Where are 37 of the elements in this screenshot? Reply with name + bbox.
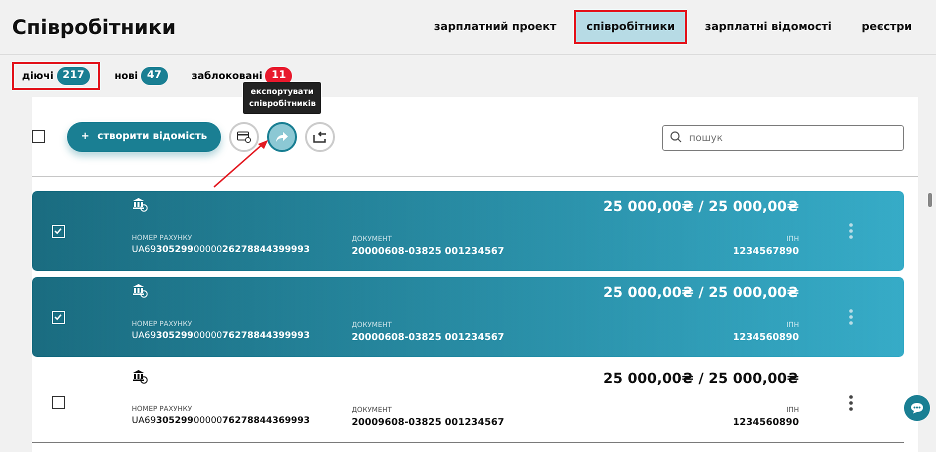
- scrollbar: [928, 193, 932, 207]
- tax-id: 1234567890: [732, 244, 799, 259]
- create-statement-button[interactable]: + створити відомість: [67, 122, 222, 152]
- nav-tab[interactable]: зарплатні відомості: [692, 10, 844, 44]
- count-badge: 47: [141, 67, 168, 85]
- import-icon[interactable]: [305, 122, 336, 152]
- checkmark-icon: [53, 312, 63, 322]
- account-number: UA693052990000026278844399993: [132, 244, 311, 256]
- tooltip: експортувати співробітників: [243, 82, 322, 114]
- amount: 25 000,00₴ / 25 000,00₴: [603, 370, 799, 389]
- nav-tab[interactable]: співробітники: [574, 10, 687, 44]
- account-number: UA693052990000076278844369993: [132, 414, 311, 428]
- checkmark-icon: [53, 226, 63, 236]
- filter-tab[interactable]: діючі 217: [12, 62, 100, 90]
- filter-tab[interactable]: нові 47: [104, 62, 178, 90]
- tax-id: 1234560890: [732, 330, 799, 345]
- share-icon[interactable]: [267, 122, 298, 152]
- account-number: UA693052990000076278844399993: [132, 330, 311, 342]
- checkbox[interactable]: [32, 130, 45, 143]
- amount: 25 000,00₴ / 25 000,00₴: [603, 284, 799, 303]
- document-number: 20000608-03825 001234567: [352, 244, 506, 259]
- chat-icon[interactable]: [904, 395, 930, 421]
- nav-tab[interactable]: зарплатний проект: [422, 10, 568, 44]
- document-number: 20000608-03825 001234567: [352, 330, 506, 345]
- bank-icon: [132, 369, 148, 384]
- more-icon[interactable]: [849, 394, 854, 410]
- bank-icon: [132, 283, 148, 298]
- count-badge: 217: [56, 67, 90, 85]
- document-number: 20009608-03825 001234567: [352, 416, 506, 430]
- card-icon[interactable]: [229, 122, 260, 152]
- amount: 25 000,00₴ / 25 000,00₴: [603, 198, 799, 217]
- page-title: Співробітники: [12, 15, 176, 39]
- bank-icon: [132, 197, 148, 212]
- tax-id: 1234560890: [732, 416, 799, 430]
- nav-tab[interactable]: реєстри: [850, 10, 924, 44]
- checkbox[interactable]: [52, 396, 65, 409]
- search-field[interactable]: пошук: [662, 125, 904, 151]
